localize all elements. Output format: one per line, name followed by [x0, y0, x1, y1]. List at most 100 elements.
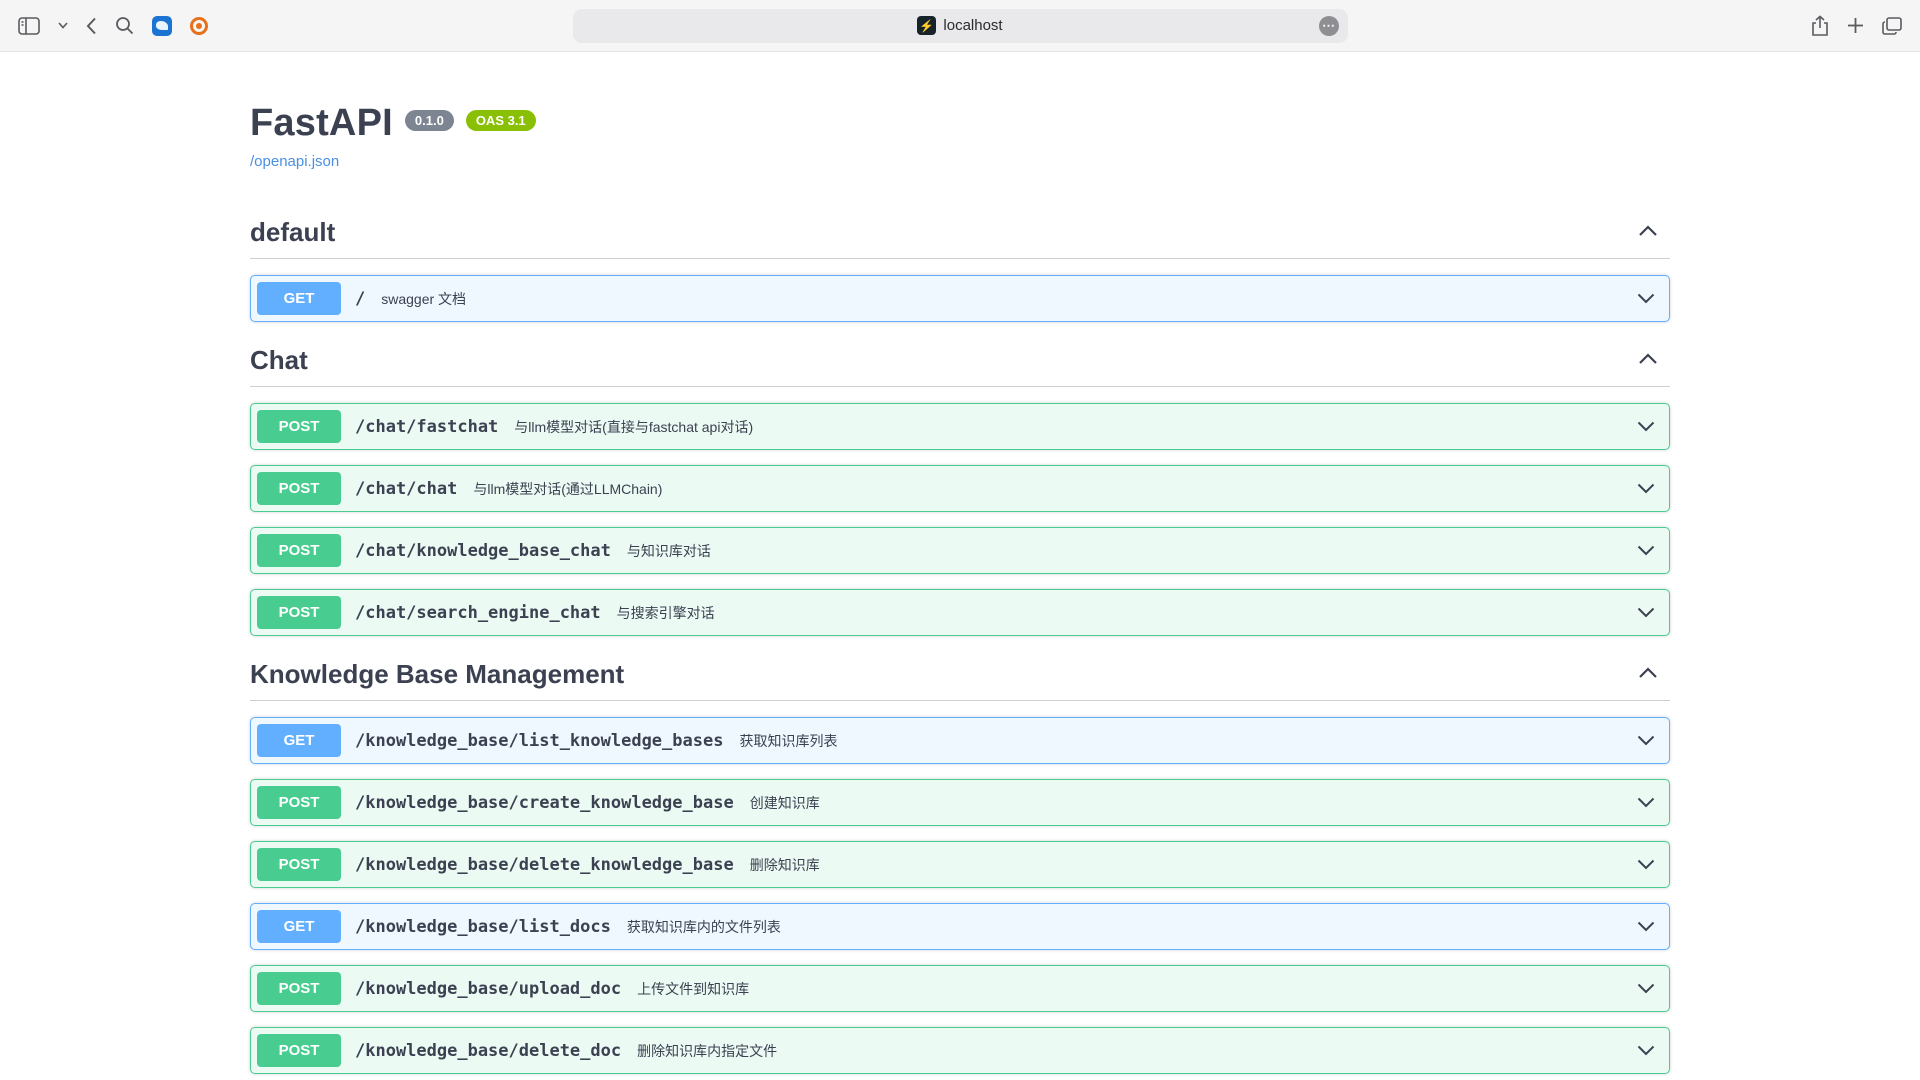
bird-extension-icon[interactable] [152, 16, 172, 36]
expand-endpoint-button[interactable] [1629, 1045, 1663, 1056]
page-title: FastAPI [250, 102, 393, 145]
page-options-icon[interactable]: ⋯ [1319, 16, 1339, 36]
endpoint-description: 与llm模型对话(通过LLMChain) [473, 479, 1629, 499]
endpoint-description: 上传文件到知识库 [637, 979, 1629, 999]
sidebar-chevron-down-icon[interactable] [58, 22, 68, 29]
method-badge: POST [257, 534, 341, 567]
expand-endpoint-button[interactable] [1629, 983, 1663, 994]
search-icon[interactable] [115, 16, 134, 35]
expand-endpoint-button[interactable] [1629, 735, 1663, 746]
chevron-up-icon [1640, 669, 1656, 677]
endpoint-path: / [355, 289, 365, 309]
expand-endpoint-button[interactable] [1629, 859, 1663, 870]
collapse-section-button[interactable] [1626, 667, 1670, 682]
collapse-section-button[interactable] [1626, 225, 1670, 240]
section-title: default [250, 217, 335, 248]
tag-section: Knowledge Base Management GET /knowledge… [250, 651, 1670, 1080]
endpoint-path: /chat/knowledge_base_chat [355, 541, 611, 561]
endpoint-description: 创建知识库 [750, 793, 1629, 813]
endpoint-description: 获取知识库列表 [739, 731, 1629, 751]
endpoint-row[interactable]: POST /chat/fastchat 与llm模型对话(直接与fastchat… [250, 403, 1670, 450]
section-header[interactable]: Knowledge Base Management [250, 651, 1670, 701]
section-header[interactable]: default [250, 209, 1670, 259]
endpoint-list: GET /knowledge_base/list_knowledge_bases… [250, 717, 1670, 1080]
endpoint-row[interactable]: POST /knowledge_base/upload_doc 上传文件到知识库 [250, 965, 1670, 1012]
chevron-up-icon [1640, 227, 1656, 235]
endpoint-path: /chat/fastchat [355, 417, 498, 437]
method-badge: POST [257, 1034, 341, 1067]
endpoint-row[interactable]: GET / swagger 文档 [250, 275, 1670, 322]
new-tab-button[interactable] [1847, 17, 1864, 34]
endpoint-description: 删除知识库内指定文件 [637, 1041, 1629, 1061]
expand-endpoint-button[interactable] [1629, 421, 1663, 432]
endpoint-row[interactable]: POST /knowledge_base/delete_knowledge_ba… [250, 841, 1670, 888]
chevron-down-icon [1639, 923, 1654, 931]
tab-overview-button[interactable] [1882, 17, 1902, 35]
chevron-down-icon [1639, 609, 1654, 617]
target-extension-icon[interactable] [190, 17, 208, 35]
expand-endpoint-button[interactable] [1629, 797, 1663, 808]
method-badge: POST [257, 786, 341, 819]
chevron-down-icon [1639, 295, 1654, 303]
method-badge: POST [257, 410, 341, 443]
endpoint-path: /knowledge_base/delete_doc [355, 1041, 621, 1061]
expand-endpoint-button[interactable] [1629, 293, 1663, 304]
tag-section: Chat POST /chat/fastchat 与llm模型对话(直接与fas… [250, 337, 1670, 636]
endpoint-row[interactable]: GET /knowledge_base/list_docs 获取知识库内的文件列… [250, 903, 1670, 950]
swagger-page: FastAPI 0.1.0 OAS 3.1 /openapi.json defa… [0, 52, 1920, 1080]
endpoint-path: /knowledge_base/delete_knowledge_base [355, 855, 734, 875]
endpoint-path: /knowledge_base/list_docs [355, 917, 611, 937]
version-badge: 0.1.0 [405, 110, 454, 131]
address-bar[interactable]: ⚡ localhost ⋯ [573, 9, 1348, 43]
api-title-block: FastAPI 0.1.0 OAS 3.1 [250, 102, 1670, 145]
endpoint-list: GET / swagger 文档 [250, 275, 1670, 322]
address-url: localhost [943, 17, 1002, 34]
browser-toolbar: ⚡ localhost ⋯ [0, 0, 1920, 52]
method-badge: GET [257, 910, 341, 943]
endpoint-description: 获取知识库内的文件列表 [627, 917, 1629, 937]
section-title: Knowledge Base Management [250, 659, 624, 690]
endpoint-row[interactable]: POST /chat/knowledge_base_chat 与知识库对话 [250, 527, 1670, 574]
collapse-section-button[interactable] [1626, 353, 1670, 368]
site-favicon: ⚡ [917, 16, 936, 35]
method-badge: POST [257, 972, 341, 1005]
endpoint-row[interactable]: GET /knowledge_base/list_knowledge_bases… [250, 717, 1670, 764]
chevron-down-icon [1639, 547, 1654, 555]
chevron-down-icon [1639, 737, 1654, 745]
endpoint-path: /knowledge_base/create_knowledge_base [355, 793, 734, 813]
endpoint-path: /chat/chat [355, 479, 457, 499]
method-badge: GET [257, 282, 341, 315]
endpoint-row[interactable]: POST /knowledge_base/delete_doc 删除知识库内指定… [250, 1027, 1670, 1074]
method-badge: GET [257, 724, 341, 757]
expand-endpoint-button[interactable] [1629, 921, 1663, 932]
back-button[interactable] [86, 17, 97, 35]
endpoint-description: 与llm模型对话(直接与fastchat api对话) [514, 417, 1629, 437]
oas-badge: OAS 3.1 [466, 110, 536, 131]
openapi-spec-link[interactable]: /openapi.json [250, 153, 339, 170]
endpoint-row[interactable]: POST /chat/search_engine_chat 与搜索引擎对话 [250, 589, 1670, 636]
expand-endpoint-button[interactable] [1629, 483, 1663, 494]
method-badge: POST [257, 596, 341, 629]
share-button[interactable] [1811, 15, 1829, 37]
sidebar-toggle-button[interactable] [18, 17, 40, 35]
endpoint-row[interactable]: POST /chat/chat 与llm模型对话(通过LLMChain) [250, 465, 1670, 512]
section-title: Chat [250, 345, 308, 376]
endpoint-description: 与知识库对话 [627, 541, 1629, 561]
section-header[interactable]: Chat [250, 337, 1670, 387]
expand-endpoint-button[interactable] [1629, 607, 1663, 618]
endpoint-path: /chat/search_engine_chat [355, 603, 601, 623]
endpoint-path: /knowledge_base/list_knowledge_bases [355, 731, 723, 751]
endpoint-path: /knowledge_base/upload_doc [355, 979, 621, 999]
tag-section: default GET / swagger 文档 [250, 209, 1670, 322]
chevron-down-icon [1639, 485, 1654, 493]
chevron-up-icon [1640, 355, 1656, 363]
endpoint-row[interactable]: POST /knowledge_base/create_knowledge_ba… [250, 779, 1670, 826]
chevron-down-icon [1639, 985, 1654, 993]
chevron-down-icon [1639, 799, 1654, 807]
chevron-down-icon [1639, 423, 1654, 431]
endpoint-description: 删除知识库 [750, 855, 1629, 875]
endpoint-description: swagger 文档 [381, 289, 1629, 309]
endpoint-list: POST /chat/fastchat 与llm模型对话(直接与fastchat… [250, 403, 1670, 636]
chevron-down-icon [1639, 1047, 1654, 1055]
expand-endpoint-button[interactable] [1629, 545, 1663, 556]
